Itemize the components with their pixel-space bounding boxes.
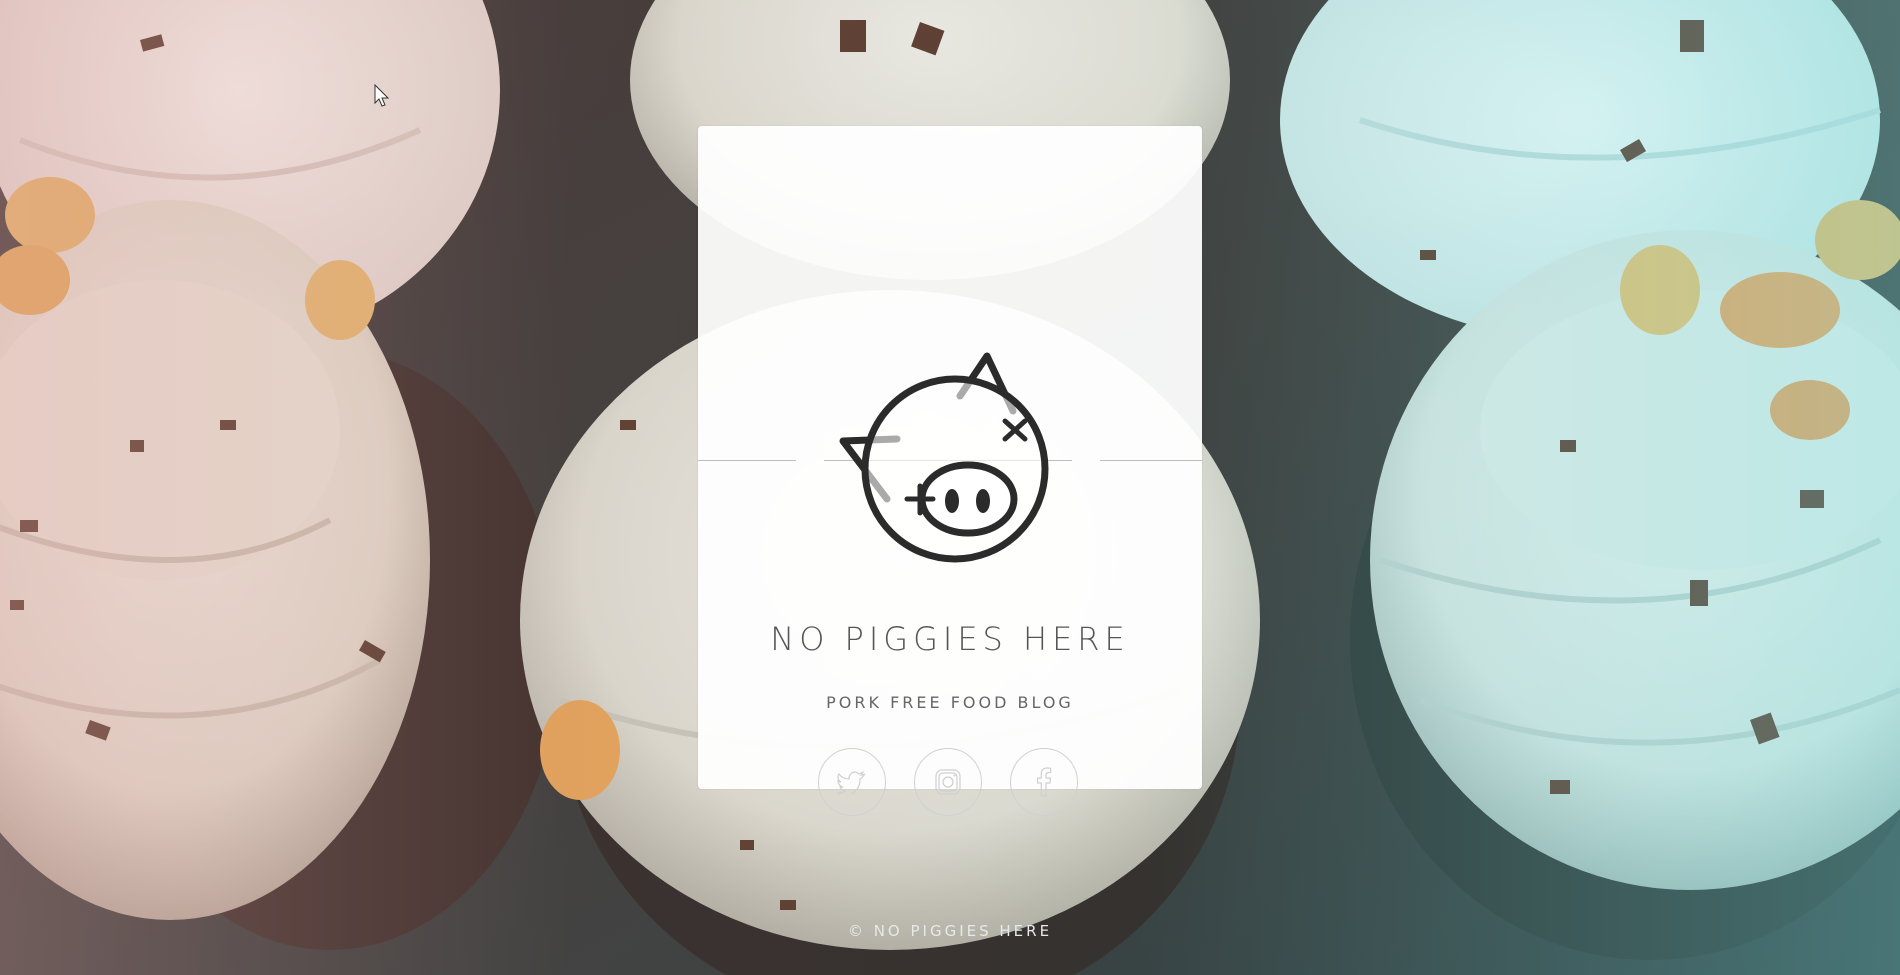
twitter-icon: [837, 770, 866, 794]
instagram-icon: [935, 769, 961, 795]
social-links: [818, 748, 1082, 818]
twitter-button[interactable]: [818, 748, 886, 816]
instagram-button[interactable]: [914, 748, 982, 816]
site-tagline: PORK FREE FOOD BLOG: [826, 693, 1074, 712]
site-title[interactable]: NO PIGGIES HERE: [698, 620, 1202, 658]
logo-row: [698, 331, 1202, 571]
divider-left: [698, 460, 796, 461]
facebook-icon: [1036, 767, 1052, 797]
footer-copyright: © NO PIGGIES HERE: [847, 922, 1053, 940]
facebook-button[interactable]: [1010, 748, 1078, 816]
page: NO PIGGIES HERE PORK FREE FOOD BLOG © NO…: [0, 0, 1900, 975]
pig-face-icon[interactable]: [835, 351, 1065, 571]
intro-card: NO PIGGIES HERE PORK FREE FOOD BLOG: [698, 126, 1202, 816]
divider-right: [1100, 460, 1202, 461]
